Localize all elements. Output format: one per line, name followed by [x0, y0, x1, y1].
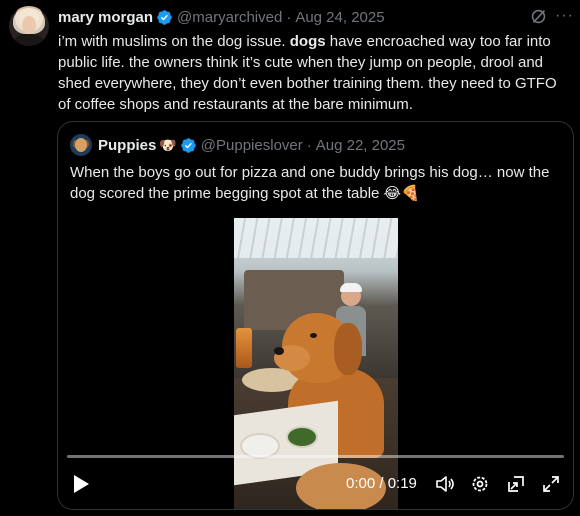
fullscreen-icon[interactable] [541, 474, 561, 494]
verified-badge-icon [157, 9, 172, 25]
drink-glass [236, 328, 252, 368]
avatar-face [22, 16, 36, 34]
quoted-text: When the boys go out for pizza and one b… [70, 164, 550, 202]
tweet-header: mary morgan @maryarchived · Aug 24, 2025 [58, 8, 385, 26]
play-icon[interactable] [72, 474, 90, 494]
post-text-bold: dogs [289, 33, 326, 50]
separator-dot: · [306, 136, 312, 154]
quoted-header: Puppies 🐶 @Puppieslover · Aug 22, 2025 [98, 136, 405, 154]
pesto-bowl [286, 426, 318, 448]
person-cap [340, 283, 362, 292]
verified-badge-icon [181, 137, 196, 153]
quoted-date[interactable]: Aug 22, 2025 [316, 137, 405, 154]
volume-icon[interactable] [435, 474, 455, 494]
post-text: i’m with muslims on the dog issue. dogs … [58, 31, 568, 115]
quoted-name-emoji: 🐶 [159, 136, 177, 153]
dog-nose [274, 347, 284, 355]
video-progress-bar[interactable] [67, 455, 564, 458]
avatar[interactable] [9, 6, 49, 46]
quoted-tweet[interactable]: Puppies 🐶 @Puppieslover · Aug 22, 2025 W… [57, 121, 574, 510]
tweet[interactable]: mary morgan @maryarchived · Aug 24, 2025… [0, 0, 580, 516]
author-handle[interactable]: @maryarchived [177, 9, 282, 26]
settings-icon[interactable] [470, 474, 490, 494]
avatar-shirt [15, 34, 43, 46]
quoted-author-name[interactable]: Puppies [98, 137, 156, 154]
more-icon[interactable]: ··· [555, 8, 573, 26]
video-controls: 0:00 / 0:19 [58, 462, 573, 506]
quoted-avatar[interactable] [70, 134, 92, 156]
dog-ear [334, 323, 362, 375]
quoted-avatar-face [75, 138, 87, 152]
video-player[interactable]: 0:00 / 0:19 [58, 218, 573, 509]
video-time: 0:00 / 0:19 [346, 475, 417, 492]
post-date[interactable]: Aug 24, 2025 [295, 9, 384, 26]
dog-eye [310, 333, 317, 338]
author-name[interactable]: mary morgan [58, 9, 153, 26]
separator-dot: · [286, 8, 292, 26]
post-text-start: i’m with muslims on the dog issue. [58, 33, 290, 50]
quoted-author-handle[interactable]: @Puppieslover [201, 137, 303, 154]
awning [234, 218, 398, 258]
grok-icon[interactable] [530, 8, 547, 25]
picture-in-picture-icon[interactable] [506, 474, 526, 494]
